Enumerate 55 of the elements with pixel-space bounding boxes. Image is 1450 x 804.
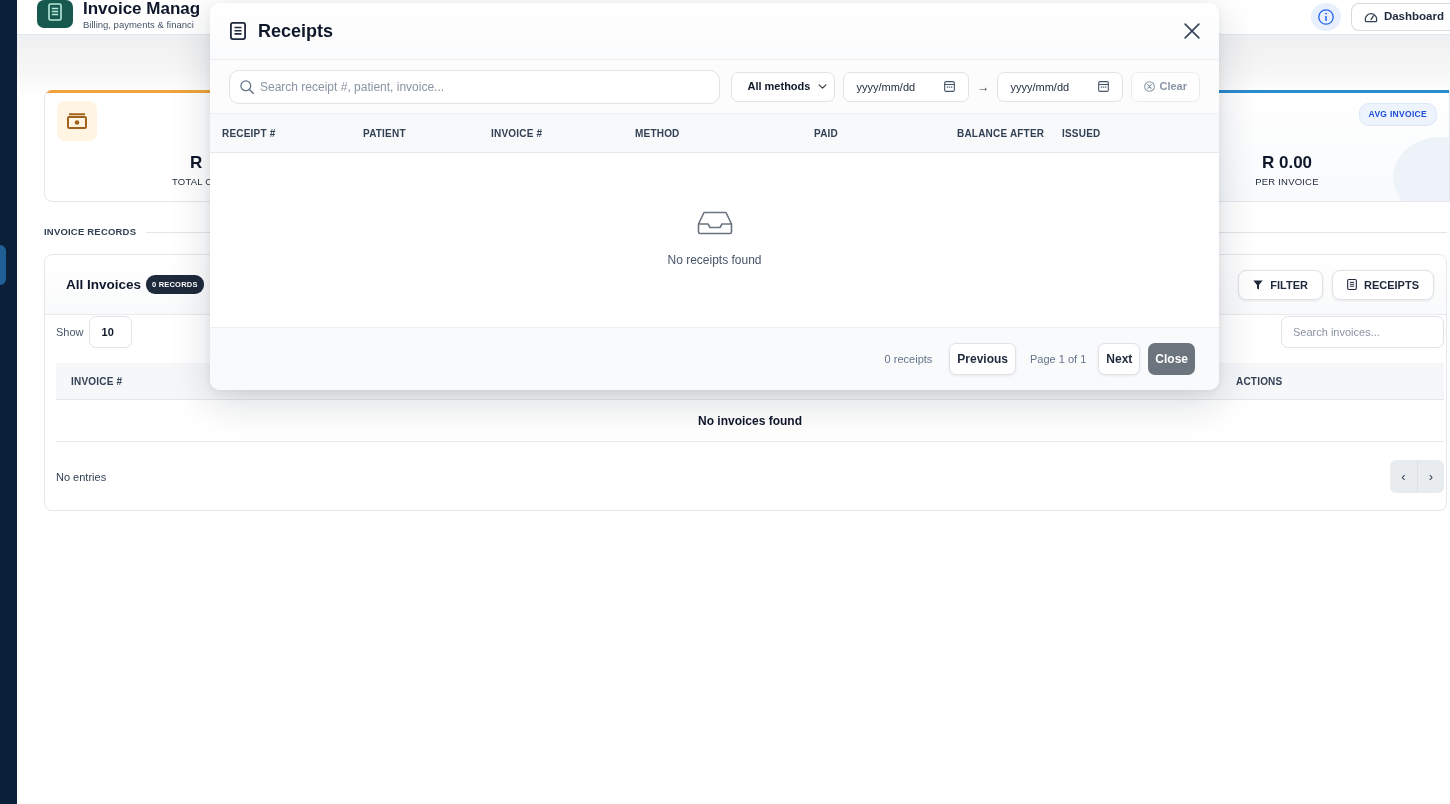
card-title: All Invoices — [66, 275, 142, 294]
entries-info: No entries — [56, 469, 107, 485]
page-subtitle: Billing, payments & financi — [83, 20, 195, 30]
stat-label: PER INVOICE — [1254, 176, 1320, 188]
column-header: RECEIPT # — [222, 126, 276, 141]
page-title: Invoice Manag — [83, 0, 201, 17]
calendar-icon — [1098, 81, 1110, 92]
column-header: PAID — [814, 126, 838, 141]
column-header: INVOICE # — [70, 374, 124, 389]
page-indicator: Page 1 of 1 — [1030, 351, 1087, 367]
circle-x-icon — [1144, 81, 1156, 92]
stat-badge: AVG INVOICE — [1358, 103, 1437, 126]
search-icon — [240, 79, 254, 94]
app-logo-icon — [37, 0, 73, 28]
column-header: METHOD — [635, 126, 680, 141]
column-header: INVOICE # — [491, 126, 543, 141]
stat-value: R — [189, 153, 204, 173]
search-field[interactable]: Search invoices... — [1281, 315, 1444, 348]
previous-button[interactable]: Previous — [949, 343, 1016, 375]
next-button[interactable]: Next — [1098, 343, 1141, 375]
close-icon — [1184, 23, 1200, 39]
column-header: ISSUED — [1062, 126, 1101, 141]
search-field[interactable]: Search receipt #, patient, invoice... — [229, 69, 721, 104]
banknote-icon — [57, 101, 97, 141]
info-icon — [1317, 9, 1334, 25]
range-arrow: → — [977, 78, 990, 96]
previous-page-button[interactable]: ‹ — [1390, 460, 1417, 494]
empty-message: No receipts found — [667, 252, 762, 269]
receipt-count: 0 receipts — [884, 351, 933, 367]
show-label: Show — [56, 324, 84, 340]
page-size-field[interactable]: 10 — [88, 315, 132, 348]
calendar-icon — [944, 81, 956, 92]
sidebar-item[interactable] — [0, 245, 6, 285]
next-page-button[interactable]: › — [1417, 460, 1444, 494]
close-button[interactable]: Close — [1148, 343, 1195, 375]
receipt-icon — [1347, 279, 1357, 291]
funnel-icon — [1253, 279, 1264, 290]
empty-message: No invoices found — [698, 412, 802, 430]
filter-button[interactable]: FILTER — [1238, 269, 1323, 300]
section-heading: INVOICE RECORDS — [44, 225, 137, 239]
dashboard-button[interactable]: Dashboard — [1350, 3, 1450, 31]
column-header: ACTIONS — [1236, 374, 1284, 389]
stat-value: R 0.00 — [1260, 153, 1314, 173]
receipt-icon — [230, 22, 246, 40]
date-field[interactable]: yyyy/mm/dd — [997, 71, 1124, 102]
date-field[interactable]: yyyy/mm/dd — [843, 71, 970, 102]
receipts-button[interactable]: RECEIPTS — [1332, 269, 1434, 300]
dialog-title: Receipts — [258, 19, 334, 43]
info-button[interactable] — [1310, 3, 1341, 31]
gauge-icon — [1363, 11, 1378, 23]
close-button[interactable] — [1184, 23, 1200, 39]
method-select[interactable]: All methods — [731, 71, 836, 102]
column-header: BALANCE AFTER — [957, 126, 1045, 141]
column-header: PATIENT — [363, 126, 406, 141]
inbox-icon — [696, 211, 733, 235]
